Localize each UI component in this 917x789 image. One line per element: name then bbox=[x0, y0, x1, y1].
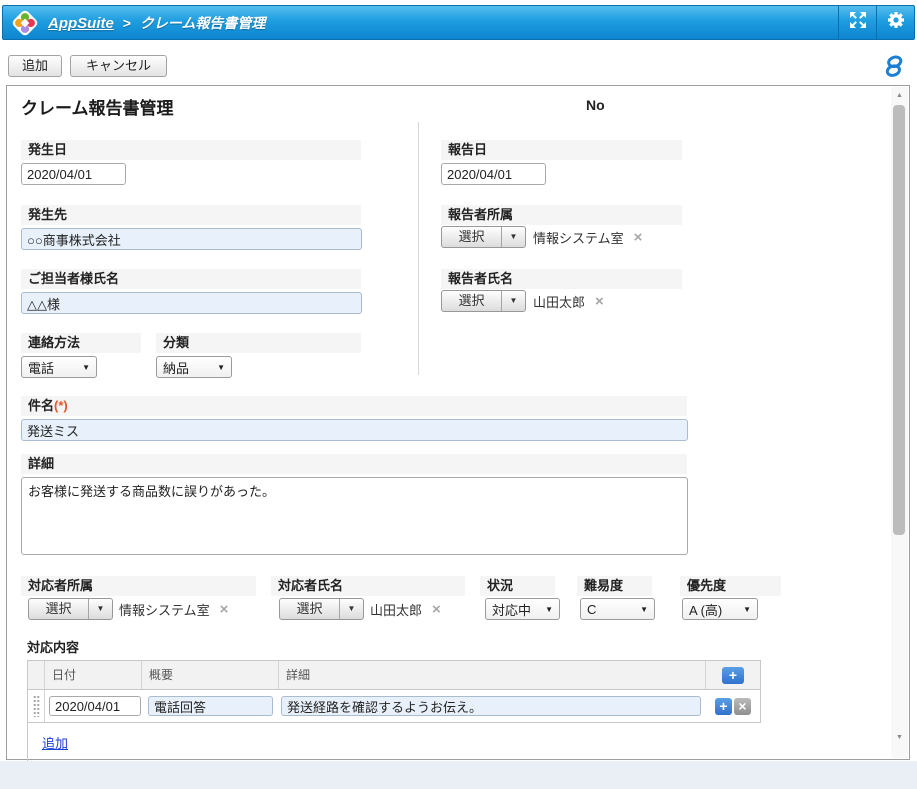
toolbar: 追加 キャンセル bbox=[8, 55, 909, 79]
handler-dept-chosen: 情報システム室 × bbox=[119, 598, 228, 620]
customer-name-input[interactable] bbox=[21, 292, 362, 314]
settings-button[interactable] bbox=[876, 6, 914, 39]
vertical-scrollbar[interactable]: ▲ ▼ bbox=[891, 87, 908, 758]
fullscreen-button[interactable] bbox=[838, 6, 876, 39]
handler-name-dropdown-arrow-icon[interactable]: ▼ bbox=[339, 599, 363, 619]
scroll-down-button[interactable]: ▼ bbox=[891, 730, 908, 746]
handler-name-remove-icon[interactable]: × bbox=[432, 602, 441, 617]
difficulty-dropdown-arrow-icon: ▼ bbox=[640, 605, 648, 614]
column-header-detail: 詳細 bbox=[279, 661, 706, 689]
occurrence-date-input[interactable] bbox=[21, 163, 126, 185]
priority-select[interactable]: A (高) ▼ bbox=[682, 598, 758, 620]
contact-method-label: 連絡方法 bbox=[21, 333, 141, 353]
handler-dept-remove-icon[interactable]: × bbox=[220, 602, 229, 617]
subject-label: 件名(*) bbox=[21, 396, 687, 416]
category-label: 分類 bbox=[156, 333, 361, 353]
handler-name-chosen: 山田太郎 × bbox=[370, 598, 441, 620]
report-date-input[interactable] bbox=[441, 163, 546, 185]
fullscreen-icon bbox=[848, 10, 868, 35]
customer-name-label: ご担当者様氏名 bbox=[21, 269, 361, 289]
reporter-dept-chosen: 情報システム室 × bbox=[533, 226, 642, 248]
handle-column-header bbox=[28, 661, 45, 689]
handler-name-label: 対応者氏名 bbox=[271, 576, 465, 596]
add-button[interactable]: 追加 bbox=[8, 55, 62, 77]
required-mark: (*) bbox=[54, 398, 68, 413]
reporter-dept-dropdown-arrow-icon[interactable]: ▼ bbox=[501, 227, 525, 247]
difficulty-select[interactable]: C ▼ bbox=[580, 598, 655, 620]
response-table-widget: 日付 概要 詳細 + + × 追加 bbox=[27, 660, 761, 764]
row-detail-input[interactable] bbox=[281, 696, 701, 716]
contact-method-select[interactable]: 電話 ▼ bbox=[21, 356, 97, 378]
reporter-name-label: 報告者氏名 bbox=[441, 269, 682, 289]
report-date-label: 報告日 bbox=[441, 140, 682, 160]
detail-textarea[interactable]: お客様に発送する商品数に誤りがあった。 bbox=[21, 477, 688, 555]
detail-label: 詳細 bbox=[21, 454, 687, 474]
reporter-name-select-button[interactable]: 選択 ▼ bbox=[441, 290, 526, 312]
response-table-header: 日付 概要 詳細 + bbox=[28, 661, 760, 690]
form-panel: クレーム報告書管理 No 発生日 報告日 発生先 報告者所属 選択 ▼ 情報シス… bbox=[6, 85, 910, 760]
reporter-name-remove-icon[interactable]: × bbox=[595, 294, 604, 309]
occurrence-company-input[interactable] bbox=[21, 228, 362, 250]
appsuite-rings-icon[interactable] bbox=[882, 55, 906, 83]
reporter-dept-label: 報告者所属 bbox=[441, 205, 682, 225]
app-header: AppSuite > クレーム報告書管理 bbox=[2, 5, 915, 40]
scroll-up-button[interactable]: ▲ bbox=[891, 88, 908, 104]
priority-dropdown-arrow-icon: ▼ bbox=[743, 605, 751, 614]
status-dropdown-arrow-icon: ▼ bbox=[545, 605, 553, 614]
reporter-name-dropdown-arrow-icon[interactable]: ▼ bbox=[501, 291, 525, 311]
handler-name-value: 山田太郎 bbox=[370, 600, 422, 619]
actions-column-header: + bbox=[706, 661, 760, 689]
difficulty-label: 難易度 bbox=[577, 576, 652, 596]
status-label: 状況 bbox=[480, 576, 555, 596]
category-select[interactable]: 納品 ▼ bbox=[156, 356, 232, 378]
insert-row-button[interactable]: + bbox=[715, 698, 732, 715]
record-no-label: No bbox=[586, 97, 605, 113]
reporter-dept-select-button[interactable]: 選択 ▼ bbox=[441, 226, 526, 248]
table-row: + × bbox=[28, 690, 760, 722]
row-drag-handle[interactable] bbox=[28, 690, 45, 722]
breadcrumb-app-link[interactable]: AppSuite bbox=[48, 15, 114, 32]
breadcrumb-page-title: クレーム報告書管理 bbox=[140, 15, 266, 31]
form-title: クレーム報告書管理 bbox=[21, 94, 174, 119]
cancel-button[interactable]: キャンセル bbox=[70, 55, 167, 77]
row-date-input[interactable] bbox=[49, 696, 141, 716]
column-header-date: 日付 bbox=[45, 661, 142, 689]
handler-dept-label: 対応者所属 bbox=[21, 576, 256, 596]
appsuite-logo-icon bbox=[10, 8, 40, 38]
page-bottom-strip bbox=[0, 761, 917, 789]
gear-icon bbox=[886, 10, 906, 35]
delete-row-button[interactable]: × bbox=[734, 698, 751, 715]
priority-label: 優先度 bbox=[680, 576, 781, 596]
column-header-summary: 概要 bbox=[142, 661, 279, 689]
contact-method-dropdown-arrow-icon: ▼ bbox=[82, 363, 90, 372]
drag-dots-icon bbox=[33, 695, 40, 717]
reporter-dept-value: 情報システム室 bbox=[533, 228, 624, 247]
occurrence-date-label: 発生日 bbox=[21, 140, 361, 160]
add-row-button[interactable]: + bbox=[722, 667, 744, 684]
handler-dept-select-button[interactable]: 選択 ▼ bbox=[28, 598, 113, 620]
column-divider bbox=[418, 122, 419, 375]
breadcrumb-separator: > bbox=[123, 15, 131, 31]
status-select[interactable]: 対応中 ▼ bbox=[485, 598, 560, 620]
handler-dept-value: 情報システム室 bbox=[119, 600, 210, 619]
subject-input[interactable] bbox=[21, 419, 688, 441]
scrollbar-thumb[interactable] bbox=[893, 105, 905, 535]
handler-dept-dropdown-arrow-icon[interactable]: ▼ bbox=[88, 599, 112, 619]
reporter-name-chosen: 山田太郎 × bbox=[533, 290, 604, 312]
response-section-label: 対応内容 bbox=[27, 637, 79, 656]
add-row-link[interactable]: 追加 bbox=[42, 733, 68, 752]
reporter-name-value: 山田太郎 bbox=[533, 292, 585, 311]
app-window: AppSuite > クレーム報告書管理 bbox=[0, 0, 917, 789]
category-dropdown-arrow-icon: ▼ bbox=[217, 363, 225, 372]
reporter-dept-remove-icon[interactable]: × bbox=[634, 230, 643, 245]
breadcrumb: AppSuite > クレーム報告書管理 bbox=[48, 13, 265, 33]
response-table: 日付 概要 詳細 + + × bbox=[28, 660, 761, 723]
row-summary-input[interactable] bbox=[148, 696, 273, 716]
handler-name-select-button[interactable]: 選択 ▼ bbox=[279, 598, 364, 620]
occurrence-company-label: 発生先 bbox=[21, 205, 361, 225]
